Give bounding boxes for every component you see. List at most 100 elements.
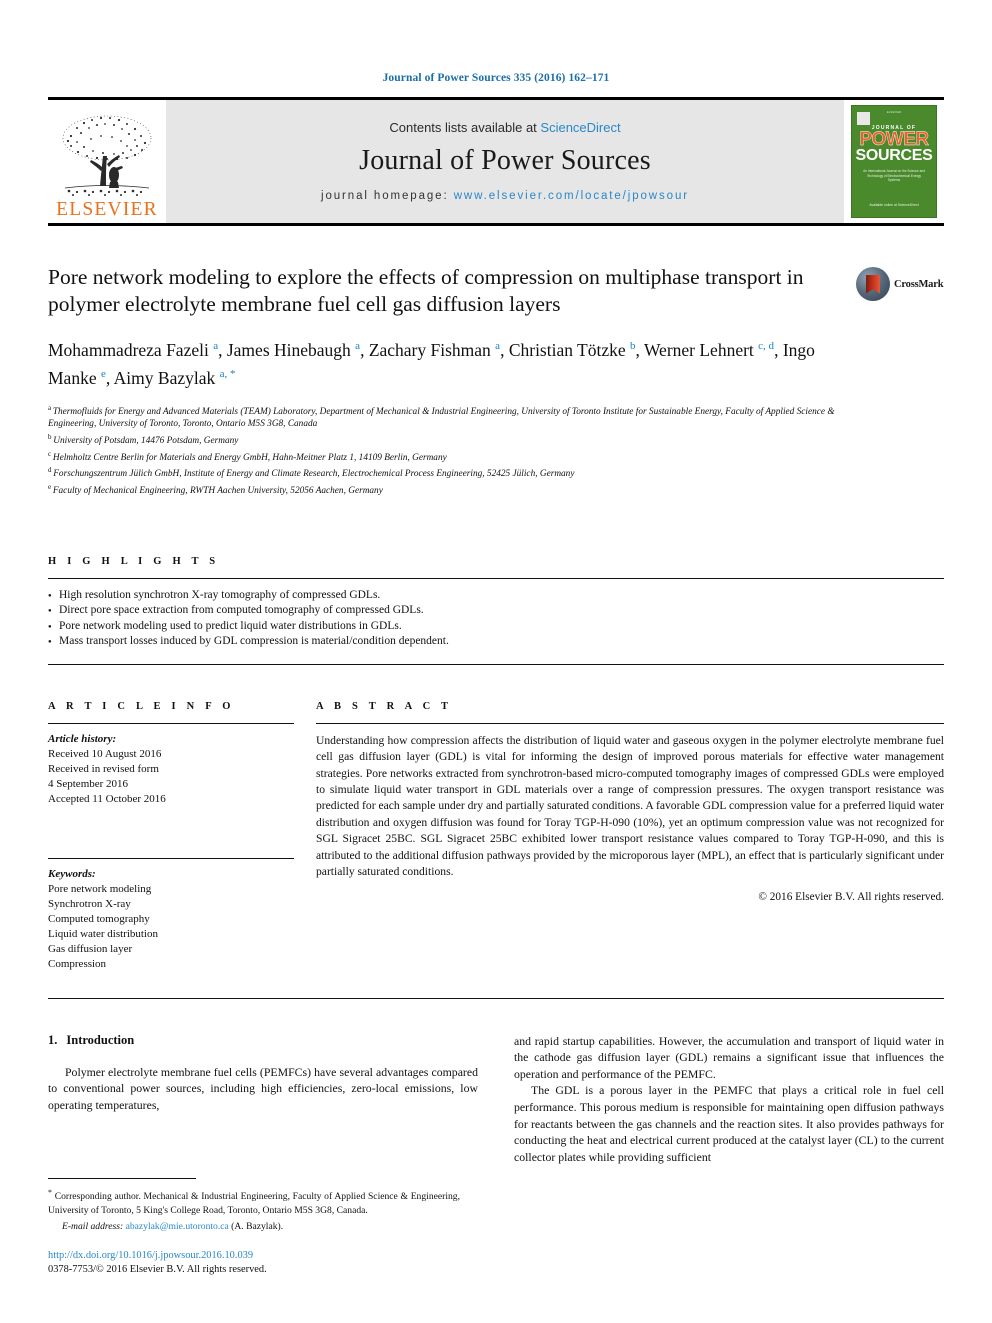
keyword-item: Synchrotron X-ray (48, 897, 131, 910)
article-history-line: Received in revised form (48, 762, 159, 775)
article-history-line: Received 10 August 2016 (48, 747, 162, 760)
footnote-rule (48, 1178, 196, 1180)
article-history-lines: Received 10 August 2016 Received in revis… (48, 747, 294, 807)
email-label: E-mail address: (62, 1220, 124, 1232)
body-paragraph: The GDL is a porous layer in the PEMFC t… (514, 1083, 944, 1164)
paper-page: Journal of Power Sources 335 (2016) 162–… (0, 0, 992, 1323)
author-affiliation-mark: a (355, 340, 361, 352)
affiliation-item: e Faculty of Mechanical Engineering, RWT… (48, 481, 848, 498)
keywords-label: Keywords: (48, 867, 96, 880)
author-name: Aimy Bazylak (113, 367, 220, 388)
author-affiliation-mark: b (630, 340, 636, 352)
affiliation-item: b University of Potsdam, 14476 Potsdam, … (48, 431, 848, 448)
journal-masthead: ELSEVIER Contents lists available at Sci… (48, 100, 944, 223)
crossmark-book-icon (866, 274, 880, 294)
highlights-heading: H I G H L I G H T S (48, 555, 220, 567)
highlight-item: Mass transport losses induced by GDL com… (48, 634, 944, 650)
article-history-block: Article history: Received 10 August 2016… (48, 732, 294, 807)
author-affiliation-mark: a, * (219, 367, 236, 380)
author-name: Zachary Fishman (368, 339, 496, 360)
abstract-column: A B S T R A C T Understanding how compre… (316, 701, 944, 972)
body-column-right: and rapid startup capabilities. However,… (514, 1033, 944, 1166)
keyword-item: Computed tomography (48, 912, 150, 925)
affiliation-text: Helmholtz Centre Berlin for Materials an… (52, 452, 447, 463)
affiliation-list: a Thermofluids for Energy and Advanced M… (48, 402, 848, 498)
journal-cover-thumbnail: ELSEVIER JOURNAL OF POWER SOURCES An Int… (851, 105, 937, 218)
keyword-item: Compression (48, 957, 107, 970)
author-affiliation-mark: c, d (758, 340, 775, 352)
keyword-item: Pore network modeling (48, 882, 152, 895)
affiliation-item: a Thermofluids for Energy and Advanced M… (48, 402, 848, 431)
running-head: Journal of Power Sources 335 (2016) 162–… (382, 72, 610, 84)
highlight-item: Direct pore space extraction from comput… (48, 603, 944, 619)
body-paragraph: Polymer electrolyte membrane fuel cells … (48, 1064, 478, 1112)
abstract-bottom-rule (48, 997, 944, 999)
keywords-lines: Pore network modeling Synchrotron X-ray Co… (48, 882, 294, 972)
cover-power-word: POWER (859, 129, 929, 150)
keywords-block: Keywords: Pore network modeling Synchrotr… (48, 867, 294, 972)
author-name: Mohammadreza Fazeli (48, 339, 214, 360)
affiliation-item: d Forschungszentrum Jülich GmbH, Institu… (48, 464, 848, 481)
author-affiliation-mark: a (495, 340, 501, 352)
info-abstract-row: A R T I C L E I N F O Article history: R… (48, 701, 944, 972)
author-affiliation-mark: e (100, 367, 106, 380)
elsevier-wordmark: ELSEVIER (56, 198, 158, 220)
right-column-paragraphs: and rapid startup capabilities. However,… (514, 1033, 944, 1166)
journal-title: Journal of Power Sources (359, 144, 651, 176)
article-history-line: 4 September 2016 (48, 777, 129, 790)
author-affiliation-mark: a (213, 340, 219, 352)
sciencedirect-link[interactable]: ScienceDirect (540, 120, 620, 135)
body-column-left: 1. Introduction Polymer electrolyte membr… (48, 1033, 478, 1166)
abstract-text: Understanding how compression affects th… (316, 733, 944, 878)
masthead-center: Contents lists available at ScienceDirec… (166, 100, 844, 223)
cover-publisher-mark (857, 112, 870, 125)
email-suffix: (A. Bazylak). (231, 1220, 284, 1232)
highlight-item: High resolution synchrotron X-ray tomogr… (48, 588, 944, 604)
journal-homepage-link[interactable]: www.elsevier.com/locate/jpowsour (454, 190, 689, 202)
email-note: E-mail address: abazylak@mie.utoronto.ca… (48, 1220, 460, 1233)
affiliation-text: University of Potsdam, 14476 Potsdam, Ge… (53, 436, 239, 447)
article-info-rule (48, 722, 294, 724)
doi-block: http://dx.doi.org/10.1016/j.jpowsour.201… (48, 1249, 460, 1277)
keyword-item: Liquid water distribution (48, 927, 158, 940)
contents-list-line: Contents lists available at ScienceDirec… (389, 120, 620, 135)
abstract-heading: A B S T R A C T (316, 700, 453, 712)
footnote-asterisk: * (48, 1188, 52, 1198)
cover-tiny-top: ELSEVIER (886, 111, 902, 114)
affiliation-text: Thermofluids for Energy and Advanced Mat… (48, 406, 835, 430)
issn-copyright-line: 0378-7753/© 2016 Elsevier B.V. All right… (48, 1264, 267, 1275)
left-column-paragraphs: Polymer electrolyte membrane fuel cells … (48, 1064, 478, 1114)
highlights-top-rule (48, 577, 944, 579)
author-name: James Hinebaugh (226, 339, 356, 360)
keyword-item: Gas diffusion layer (48, 942, 133, 955)
journal-homepage-line: journal homepage: www.elsevier.com/locat… (321, 190, 689, 202)
masthead-bottom-rule (48, 223, 944, 226)
author-name: Werner Lehnert (643, 339, 759, 360)
highlight-item: Pore network modeling used to predict li… (48, 619, 944, 635)
body-columns: 1. Introduction Polymer electrolyte membr… (48, 1033, 944, 1166)
article-info-heading: A R T I C L E I N F O (48, 700, 235, 712)
author-name: Christian Tötzke (508, 339, 630, 360)
crossmark-label: CrossMark (894, 278, 944, 290)
highlights-section: H I G H L I G H T S High resolution sync… (48, 556, 944, 665)
article-history-line: Accepted 11 October 2016 (48, 792, 166, 805)
cover-footer: Available online at ScienceDirect (869, 203, 919, 207)
section-number: 1. (48, 1032, 58, 1047)
corresponding-author-note: * Corresponding author. Mechanical & Ind… (48, 1186, 460, 1217)
elsevier-logo: ELSEVIER (48, 100, 166, 223)
crossmark-circle-icon (856, 267, 890, 301)
abstract-copyright: © 2016 Elsevier B.V. All rights reserved… (758, 891, 944, 904)
affiliation-text: Faculty of Mechanical Engineering, RWTH … (52, 486, 383, 497)
body-paragraph: and rapid startup capabilities. However,… (514, 1033, 944, 1081)
cover-sources-word: SOURCES (855, 147, 933, 164)
doi-link[interactable]: http://dx.doi.org/10.1016/j.jpowsour.201… (48, 1249, 460, 1263)
affiliation-text: Forschungszentrum Jülich GmbH, Institute… (53, 469, 575, 480)
author-list: Mohammadreza Fazeli a, James Hinebaugh a… (48, 339, 815, 388)
crossmark-badge[interactable]: CrossMark (856, 262, 944, 306)
affiliation-item: c Helmholtz Centre Berlin for Materials … (48, 448, 848, 465)
email-link[interactable]: abazylak@mie.utoronto.ca (126, 1221, 229, 1232)
elsevier-tree-icon (62, 115, 152, 196)
abstract-rule (316, 722, 944, 724)
article-info-column: A R T I C L E I N F O Article history: R… (48, 701, 316, 972)
